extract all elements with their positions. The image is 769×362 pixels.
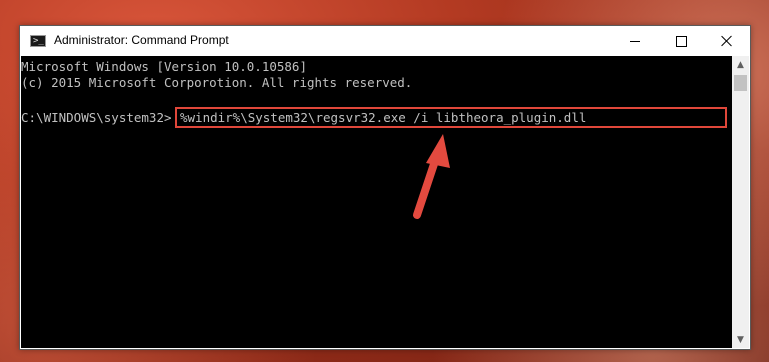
arrow-head	[426, 134, 450, 168]
arrow-shaft	[413, 154, 440, 219]
pointer-arrow-icon	[413, 134, 450, 219]
